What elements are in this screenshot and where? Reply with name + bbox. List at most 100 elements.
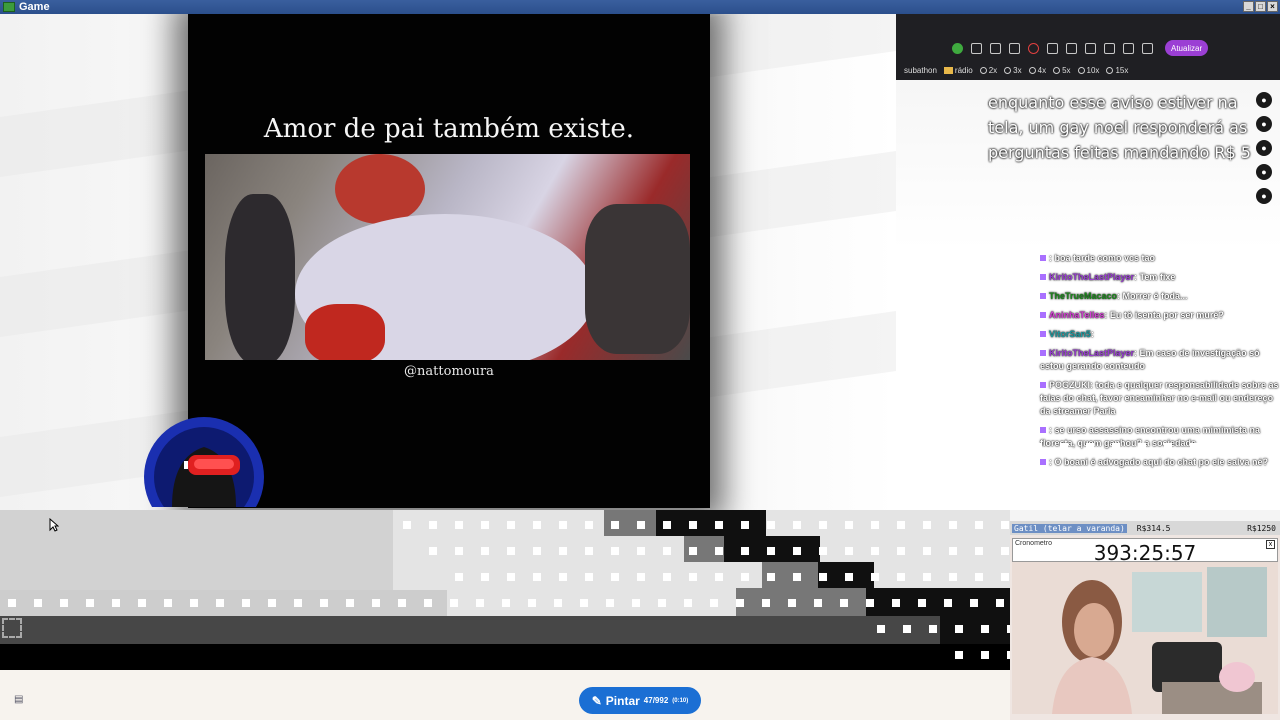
bell-icon[interactable]: ● bbox=[1256, 92, 1272, 108]
pixel-marker bbox=[1001, 573, 1009, 581]
bookmark-5x[interactable]: 5x bbox=[1053, 66, 1071, 75]
bookmark-subathon[interactable]: subathon bbox=[904, 66, 937, 75]
stream-alert-text: enquanto esse aviso estiver na tela, um … bbox=[988, 93, 1251, 162]
pixel-marker bbox=[793, 573, 801, 581]
settings-icon[interactable]: ● bbox=[1256, 140, 1272, 156]
pixel-marker bbox=[8, 599, 16, 607]
extension-icon[interactable] bbox=[1104, 42, 1115, 54]
puzzle-icon[interactable] bbox=[1047, 42, 1058, 54]
pixel-marker bbox=[956, 469, 964, 477]
pixel-marker bbox=[981, 651, 989, 659]
pixel-marker bbox=[689, 547, 697, 555]
pixel-marker bbox=[663, 547, 671, 555]
pixel-marker bbox=[112, 599, 120, 607]
stream-side-icons: ● ● ● ● ● bbox=[1256, 92, 1274, 204]
pixel-marker bbox=[715, 521, 723, 529]
extension-icon[interactable] bbox=[971, 42, 982, 54]
pixel-marker bbox=[949, 521, 957, 529]
pixel-marker bbox=[164, 599, 172, 607]
pixel-marker bbox=[819, 521, 827, 529]
pixel-marker bbox=[637, 547, 645, 555]
compass-icon[interactable]: ● bbox=[1256, 164, 1272, 180]
pixel-marker bbox=[1034, 443, 1042, 451]
pixel-marker bbox=[429, 547, 437, 555]
webcam-feed bbox=[1012, 562, 1278, 714]
pixel-marker bbox=[871, 521, 879, 529]
pixel-marker bbox=[788, 599, 796, 607]
close-icon[interactable]: × bbox=[1267, 1, 1278, 12]
pixel-marker bbox=[533, 573, 541, 581]
paint-button[interactable]: ✎ Pintar 47/992 (0:10) bbox=[579, 687, 701, 714]
extension-icon[interactable] bbox=[1028, 42, 1039, 54]
pixel-marker bbox=[1268, 469, 1276, 477]
pixel-marker bbox=[611, 547, 619, 555]
bookmark-2x[interactable]: 2x bbox=[979, 66, 997, 75]
record-icon[interactable] bbox=[1009, 42, 1020, 54]
pixel-marker bbox=[455, 521, 463, 529]
pixel-marker bbox=[684, 599, 692, 607]
pixel-marker bbox=[741, 573, 749, 581]
extension-icon[interactable] bbox=[990, 42, 1001, 54]
pixel-marker bbox=[637, 521, 645, 529]
browser-toolbar: Atualizar bbox=[896, 38, 1280, 58]
chat-icon[interactable]: ● bbox=[1256, 116, 1272, 132]
pixel-marker bbox=[1138, 443, 1146, 451]
pixel-marker bbox=[606, 599, 614, 607]
video-overlay: Amor de pai também existe. @nattomoura bbox=[188, 14, 710, 508]
pixel-marker bbox=[689, 521, 697, 529]
bar-chart-icon[interactable]: ● bbox=[1256, 188, 1272, 204]
extension-icon[interactable] bbox=[1066, 42, 1077, 54]
pixel-marker bbox=[975, 547, 983, 555]
pixel-marker bbox=[1060, 469, 1068, 477]
pixel-marker bbox=[1112, 469, 1120, 477]
bookmark-10x[interactable]: 10x bbox=[1077, 66, 1099, 75]
pixel-marker bbox=[975, 521, 983, 529]
chat-message: TheTrueMacaco: Morrer é foda... bbox=[1036, 290, 1280, 303]
pixel-marker bbox=[424, 599, 432, 607]
pixel-marker bbox=[1112, 443, 1120, 451]
minimize-icon[interactable]: _ bbox=[1243, 1, 1254, 12]
bookmarks-bar: subathon rádio 2x 3x 4x 5x 10x 15x bbox=[896, 62, 1280, 78]
pixel-marker bbox=[929, 625, 937, 633]
maximize-icon[interactable]: □ bbox=[1255, 1, 1266, 12]
pixel-marker bbox=[845, 547, 853, 555]
pixel-marker bbox=[840, 599, 848, 607]
bookmark-3x[interactable]: 3x bbox=[1004, 66, 1022, 75]
pixel-canvas[interactable] bbox=[0, 510, 1010, 670]
video-handle: @nattomoura bbox=[404, 364, 494, 379]
extension-icon[interactable] bbox=[952, 42, 963, 54]
bottom-toolbar: ▤ bbox=[0, 670, 1010, 720]
streamer-avatar-icon bbox=[144, 417, 264, 507]
pixel-marker bbox=[507, 573, 515, 581]
bookmark-4x[interactable]: 4x bbox=[1028, 66, 1046, 75]
chat-message: KiritoTheLastPlayer: Em caso de investig… bbox=[1040, 348, 1260, 371]
bookmark-radio[interactable]: rádio bbox=[943, 66, 973, 75]
menu-icon[interactable]: ▤ bbox=[14, 694, 26, 706]
pixel-marker bbox=[507, 547, 515, 555]
chat-message: POGZUKI: toda e qualquer responsabilidad… bbox=[1040, 380, 1279, 416]
pixel-marker bbox=[1242, 469, 1250, 477]
pixel-marker bbox=[403, 521, 411, 529]
sidebar-icon[interactable] bbox=[1085, 42, 1096, 54]
profile-icon[interactable] bbox=[1142, 42, 1153, 54]
pixel-marker bbox=[996, 599, 1004, 607]
pixel-marker bbox=[767, 521, 775, 529]
chat-message: : boa tarde como vcs tao bbox=[1036, 252, 1280, 265]
pixel-marker bbox=[320, 599, 328, 607]
pixel-marker bbox=[715, 547, 723, 555]
pixel-marker bbox=[955, 625, 963, 633]
pixel-marker bbox=[819, 573, 827, 581]
chat-message: KiritoTheLastPlayer: Tem fixe bbox=[1036, 271, 1280, 284]
pixel-marker bbox=[982, 443, 990, 451]
pixel-marker bbox=[871, 573, 879, 581]
bookmark-15x[interactable]: 15x bbox=[1106, 66, 1128, 75]
pixel-marker bbox=[1268, 443, 1276, 451]
update-button[interactable]: Atualizar bbox=[1165, 40, 1209, 56]
fullscreen-icon[interactable] bbox=[2, 618, 22, 638]
close-icon[interactable]: x bbox=[1266, 540, 1275, 549]
pixel-marker bbox=[930, 495, 938, 503]
pixel-marker bbox=[533, 521, 541, 529]
pixel-marker bbox=[897, 547, 905, 555]
shield-icon[interactable] bbox=[1123, 42, 1134, 54]
pixel-marker bbox=[585, 521, 593, 529]
